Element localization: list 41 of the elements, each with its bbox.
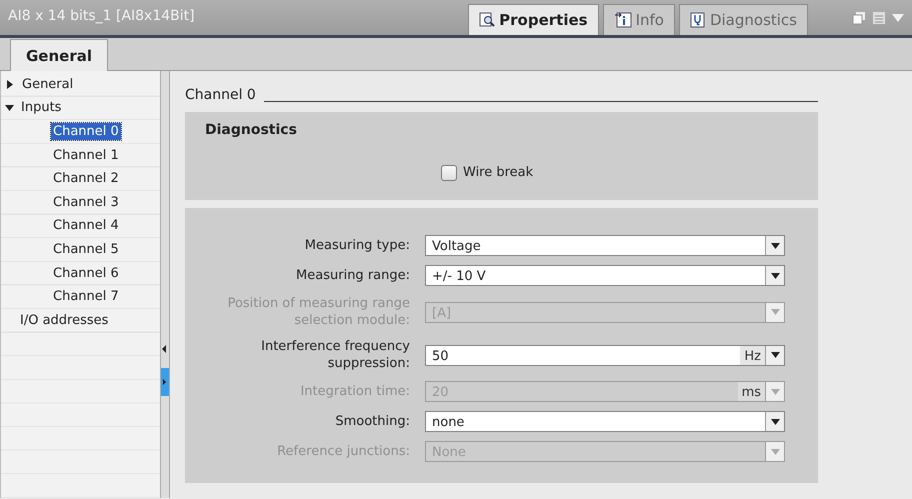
dropdown-arrow-icon[interactable] (770, 272, 780, 278)
window-title: AI8 x 14 bits_1 [AI8x14Bit] (7, 7, 196, 26)
dropdown-arrow-icon[interactable] (770, 418, 780, 424)
field-label: Smoothing: (334, 413, 411, 430)
tree-item[interactable]: Channel 6 (51, 264, 121, 282)
checkbox-label: Wire break (463, 164, 534, 182)
tree-item[interactable]: Channel 2 (51, 170, 121, 188)
dropdown-field[interactable]: none (425, 411, 785, 432)
dropdown-field[interactable]: Voltage (425, 235, 785, 256)
stethoscope-icon (690, 12, 706, 28)
field-label: Reference junctions: (276, 443, 411, 460)
dropdown-arrow-icon[interactable] (770, 242, 780, 248)
panel-title: Diagnostics (204, 121, 298, 140)
tree-item[interactable]: Inputs (19, 99, 64, 116)
field-label: Integration time: (299, 383, 411, 400)
tree-item[interactable]: Channel 0 (51, 122, 121, 140)
dropdown-arrow-icon[interactable] (770, 352, 780, 358)
tree-item[interactable]: Channel 3 (51, 194, 121, 211)
scroll-thumb[interactable] (161, 368, 169, 396)
tree-item[interactable]: Channel 4 (51, 217, 121, 234)
collapsed-arrow-icon[interactable] (7, 80, 13, 89)
info-icon (614, 12, 632, 28)
tree-item[interactable]: General (20, 76, 76, 93)
tree-item[interactable]: Channel 1 (51, 146, 121, 164)
panel-tab[interactable]: Properties (468, 4, 599, 35)
field-label: Position of measuring range selection module: (226, 295, 411, 329)
sub-tab[interactable]: General (10, 38, 108, 71)
document-magnifier-icon (479, 12, 496, 28)
checkbox[interactable] (441, 164, 457, 181)
expanded-arrow-icon[interactable] (5, 104, 14, 111)
dropdown-field[interactable]: +/- 10 V (425, 265, 785, 286)
section-title: Channel 0 (185, 86, 256, 105)
tree-item[interactable]: I/O addresses (18, 312, 110, 329)
dropdown-field[interactable]: 50 Hz (425, 344, 785, 366)
field-label: Measuring type: (304, 237, 411, 254)
tree-item[interactable]: Channel 7 (51, 288, 121, 306)
restore-icon[interactable] (852, 11, 866, 25)
tree-item[interactable]: Channel 5 (51, 240, 121, 258)
field-label: Interference frequency suppression: (260, 338, 411, 372)
collapse-arrow-icon[interactable] (161, 344, 167, 354)
field-label: Measuring range: (295, 267, 411, 284)
